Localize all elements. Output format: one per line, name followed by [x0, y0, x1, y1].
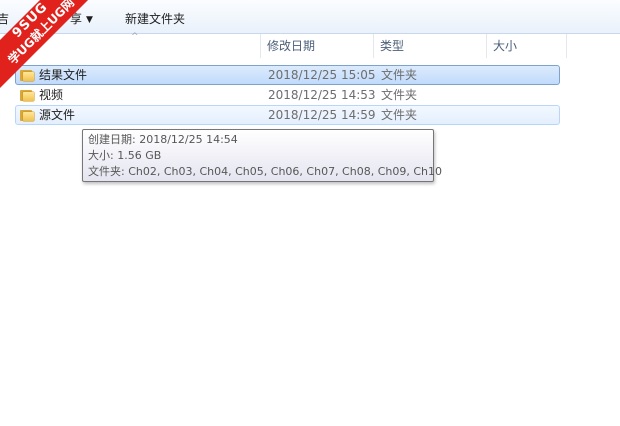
sort-ascending-icon: ^ [131, 32, 139, 42]
file-type: 文件夹 [381, 108, 418, 122]
folder-icon [20, 89, 34, 101]
share-button[interactable]: 享 ▼ [70, 10, 93, 27]
tooltip-folders: 文件夹: Ch02, Ch03, Ch04, Ch05, Ch06, Ch07,… [88, 165, 442, 178]
file-name: 源文件 [39, 108, 76, 122]
column-header-divider[interactable] [566, 34, 567, 58]
column-header-size[interactable]: 大小 [486, 34, 566, 58]
file-row[interactable]: 源文件 2018/12/25 14:59 文件夹 [15, 105, 560, 125]
toolbar-item-partial[interactable]: 吉 [0, 10, 9, 27]
command-bar: 吉 享 ▼ 新建文件夹 [0, 0, 620, 34]
folder-icon [20, 69, 34, 81]
file-date: 2018/12/25 14:53 [268, 88, 376, 102]
share-label: 享 [70, 12, 83, 26]
folder-info-tooltip: 创建日期: 2018/12/25 14:54 大小: 1.56 GB 文件夹: … [82, 129, 442, 182]
column-header-date[interactable]: 修改日期 [260, 34, 373, 58]
file-name: 视频 [39, 88, 64, 102]
folder-icon [20, 109, 34, 121]
chevron-down-icon: ▼ [86, 15, 93, 25]
file-date: 2018/12/25 14:59 [268, 108, 376, 122]
column-header-row: ^ 修改日期 类型 大小 [0, 32, 620, 58]
file-date: 2018/12/25 15:05 [268, 68, 376, 82]
file-name: 结果文件 [39, 68, 88, 82]
new-folder-button[interactable]: 新建文件夹 [125, 10, 185, 27]
column-header-type[interactable]: 类型 [373, 34, 486, 58]
file-row[interactable]: 视频 2018/12/25 14:53 文件夹 [15, 85, 560, 105]
file-row[interactable]: 结果文件 2018/12/25 15:05 文件夹 [15, 65, 560, 85]
tooltip-size: 大小: 1.56 GB [88, 149, 162, 162]
explorer-window: 吉 享 ▼ 新建文件夹 ^ 修改日期 类型 大小 结果文件 2018/12/25 … [0, 0, 620, 426]
column-header-name[interactable]: ^ [0, 32, 260, 58]
tooltip-created-date: 创建日期: 2018/12/25 14:54 [88, 133, 238, 146]
file-type: 文件夹 [381, 68, 418, 82]
file-type: 文件夹 [381, 88, 418, 102]
